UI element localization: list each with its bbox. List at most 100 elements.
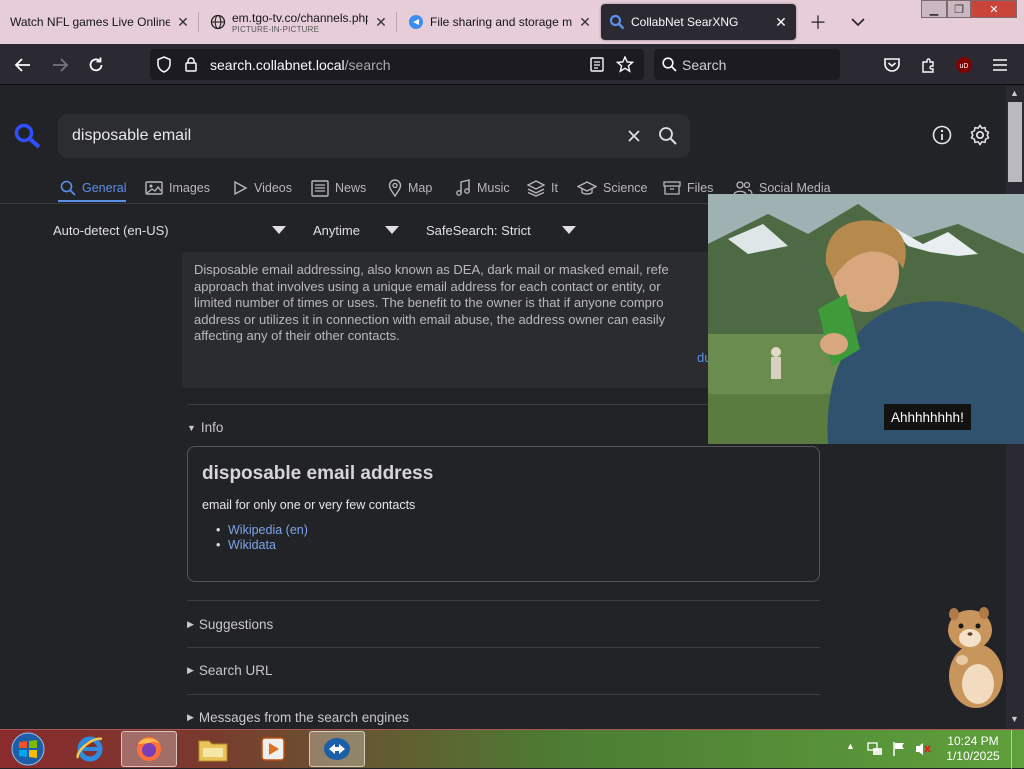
scroll-down-arrow-icon[interactable]: ▼ [1010, 714, 1019, 724]
scrollbar-thumb[interactable] [1008, 102, 1022, 182]
language-select[interactable]: Auto-detect (en-US) [53, 220, 169, 240]
category-general[interactable]: General [60, 178, 126, 198]
taskbar-media-player[interactable] [245, 731, 301, 767]
close-tab-icon[interactable]: ✕ [174, 13, 192, 31]
url-host: search.collabnet.local [210, 57, 345, 73]
category-map[interactable]: Map [388, 178, 432, 198]
caret-down-icon: ▼ [187, 422, 196, 433]
category-music[interactable]: Music [455, 178, 510, 198]
category-news[interactable]: News [311, 178, 366, 198]
section-label: Search URL [198, 663, 273, 678]
infobox-text: Disposable email addressing, also known … [194, 262, 669, 343]
app-menu-button[interactable] [987, 52, 1013, 78]
action-center-flag-icon[interactable] [891, 741, 907, 757]
ublock-badge: uD [960, 63, 969, 70]
pocket-button[interactable] [879, 52, 905, 78]
bookmark-star-icon[interactable] [616, 56, 634, 73]
volume-muted-icon[interactable] [914, 741, 932, 757]
reader-view-icon[interactable] [590, 57, 604, 72]
show-desktop-button[interactable] [1011, 730, 1024, 769]
forward-button[interactable] [47, 52, 73, 78]
language-value: Auto-detect (en-US) [53, 222, 169, 238]
video-frame [708, 194, 1024, 444]
map-pin-icon [388, 179, 402, 197]
time-range-select[interactable]: Anytime [313, 220, 360, 240]
searxng-logo-icon[interactable] [14, 123, 42, 149]
scroll-up-arrow-icon[interactable]: ▲ [1010, 88, 1019, 98]
dropdown-caret-icon[interactable] [272, 226, 286, 234]
category-science[interactable]: Science [577, 178, 647, 198]
show-hidden-icons-icon[interactable]: ▲ [846, 741, 855, 751]
lock-icon[interactable] [184, 56, 198, 73]
wikidata-link[interactable]: Wikidata [216, 538, 308, 553]
url-text[interactable]: search.collabnet.local/search [210, 57, 391, 73]
url-bar[interactable]: search.collabnet.local/search [150, 49, 644, 80]
time-range-value: Anytime [313, 222, 360, 238]
network-icon[interactable] [866, 741, 884, 757]
reload-button[interactable] [83, 52, 109, 78]
internet-explorer-icon [76, 736, 103, 762]
tab-pip-channel[interactable]: em.tgo-tv.co/channels.php PICTURE-IN-PIC… [204, 4, 390, 40]
search-submit-icon[interactable] [658, 126, 678, 146]
info-card-description: email for only one or very few contacts [202, 498, 416, 512]
back-button[interactable] [10, 52, 36, 78]
taskbar-file-explorer[interactable] [185, 731, 241, 767]
tab-title: em.tgo-tv.co/channels.php [232, 10, 368, 25]
active-category-indicator [58, 200, 126, 202]
wikipedia-link[interactable]: Wikipedia (en) [216, 523, 308, 538]
info-card-title: disposable email address [202, 463, 434, 484]
shield-icon[interactable] [156, 56, 172, 73]
close-tab-icon[interactable]: ✕ [576, 13, 594, 31]
taskbar-clock[interactable]: 10:24 PM 1/10/2025 [938, 734, 1008, 764]
close-window-button[interactable]: ✕ [971, 0, 1017, 18]
section-label: Suggestions [198, 617, 274, 632]
taskbar-internet-explorer[interactable] [62, 731, 118, 767]
safesearch-select[interactable]: SafeSearch: Strict [426, 220, 531, 240]
maximize-button[interactable]: ❐ [947, 0, 971, 18]
info-circle-icon[interactable] [932, 125, 952, 145]
category-videos[interactable]: Videos [232, 178, 292, 198]
category-files[interactable]: Files [663, 178, 713, 198]
query-text[interactable]: disposable email [72, 127, 191, 145]
engine-messages-toggle[interactable]: ▶ Messages from the search engines [187, 710, 409, 725]
tab-separator [198, 12, 199, 32]
tab-file-sharing[interactable]: File sharing and storage m ✕ [402, 4, 594, 40]
dropdown-caret-icon[interactable] [562, 226, 576, 234]
suggestions-toggle[interactable]: ▶ Suggestions [187, 617, 273, 632]
dropdown-caret-icon[interactable] [385, 226, 399, 234]
info-toggle[interactable]: ▼ Info [187, 420, 223, 435]
taskbar-teamviewer[interactable] [309, 731, 365, 767]
new-tab-button[interactable]: ＋ [806, 10, 830, 34]
category-label: Social Media [759, 181, 831, 195]
minimize-button[interactable]: ▁ [921, 0, 947, 18]
clock-date: 1/10/2025 [946, 749, 1000, 763]
settings-gear-icon[interactable] [969, 124, 991, 146]
answer-infobox: Disposable email addressing, also known … [182, 252, 727, 388]
ublock-button[interactable]: uD [951, 52, 977, 78]
category-it[interactable]: It [527, 178, 558, 198]
category-images[interactable]: Images [145, 178, 210, 198]
info-card-links: Wikipedia (en) Wikidata [216, 523, 308, 553]
start-button[interactable] [2, 731, 54, 767]
category-label: Files [687, 181, 714, 195]
taskbar-firefox[interactable] [121, 731, 177, 767]
search-url-toggle[interactable]: ▶ Search URL [187, 663, 272, 678]
firefox-icon [137, 737, 161, 761]
searxng-icon [609, 14, 625, 30]
reload-icon [89, 57, 103, 72]
info-label: Info [200, 420, 224, 435]
query-input[interactable]: disposable email [58, 114, 690, 158]
extensions-button[interactable] [915, 52, 941, 78]
tab-nfl[interactable]: Watch NFL games Live Online ✕ [4, 4, 192, 40]
list-all-tabs-button[interactable] [846, 10, 870, 34]
picture-in-picture-video[interactable] [708, 194, 1024, 444]
web-search-box[interactable]: Search [654, 49, 840, 80]
hamster-sticker-icon [948, 607, 1003, 708]
arrow-left-icon [14, 58, 30, 72]
close-tab-icon[interactable]: ✕ [772, 13, 790, 31]
clear-search-icon[interactable] [626, 128, 642, 144]
close-tab-icon[interactable]: ✕ [372, 13, 390, 31]
tab-collabnet-searxng[interactable]: CollabNet SearXNG ✕ [601, 4, 796, 40]
caret-right-icon: ▶ [187, 712, 194, 722]
file-explorer-icon [198, 740, 228, 762]
